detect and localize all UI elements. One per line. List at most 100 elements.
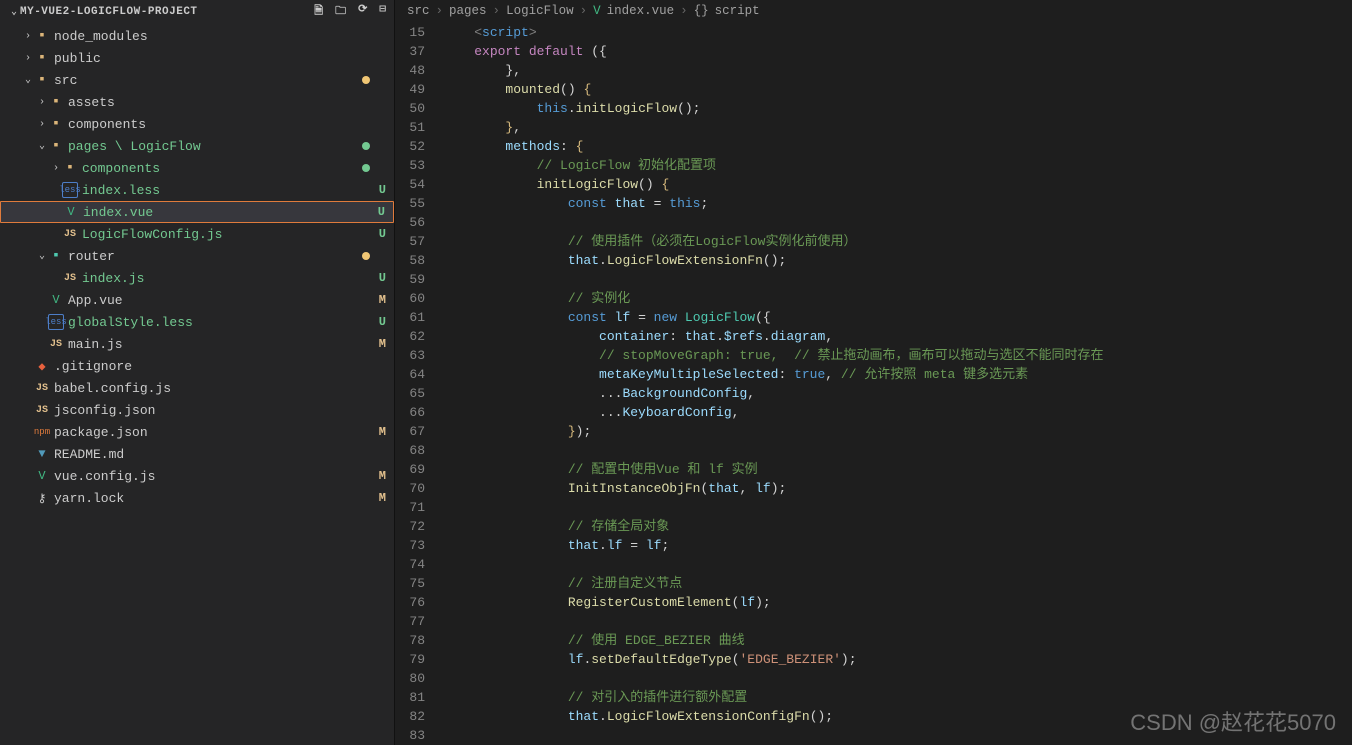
code-line[interactable]: that.lf = lf; [443, 536, 1352, 555]
code-line[interactable] [443, 213, 1352, 232]
code-line[interactable]: ...KeyboardConfig, [443, 403, 1352, 422]
⚷-icon: ⚷ [34, 490, 50, 506]
tree-item[interactable]: lessglobalStyle.lessU [0, 311, 394, 333]
line-number: 37 [395, 42, 425, 61]
line-number: 53 [395, 156, 425, 175]
code-editor[interactable]: 1537484950515253545556575859606162636465… [395, 23, 1352, 745]
code-line[interactable]: const that = this; [443, 194, 1352, 213]
tree-item[interactable]: VApp.vueM [0, 289, 394, 311]
code-line[interactable]: lf.setDefaultEdgeType('EDGE_BEZIER'); [443, 650, 1352, 669]
breadcrumb-segment[interactable]: index.vue [607, 4, 675, 18]
code-line[interactable]: // 实例化 [443, 289, 1352, 308]
code-line[interactable] [443, 498, 1352, 517]
new-folder-icon[interactable]: 🗀 [335, 2, 346, 21]
chevron-right-icon: › [680, 4, 688, 18]
tree-item[interactable]: ⌄▪src [0, 69, 394, 91]
◆-icon: ◆ [34, 358, 50, 374]
line-number: 55 [395, 194, 425, 213]
breadcrumb[interactable]: src›pages›LogicFlow›Vindex.vue›{}script [395, 0, 1352, 23]
code-lines[interactable]: <script> export default ({ }, mounted() … [443, 23, 1352, 745]
code-line[interactable]: // 存储全局对象 [443, 517, 1352, 536]
tree-item[interactable]: Vvue.config.jsM [0, 465, 394, 487]
code-line[interactable]: // LogicFlow 初始化配置项 [443, 156, 1352, 175]
tree-item[interactable]: Vindex.vueU [0, 201, 394, 223]
chevron-right-icon[interactable]: › [50, 163, 62, 174]
code-line[interactable]: // 使用 EDGE_BEZIER 曲线 [443, 631, 1352, 650]
line-number: 65 [395, 384, 425, 403]
code-line[interactable]: }, [443, 61, 1352, 80]
folder-icon: ▪ [34, 50, 50, 66]
code-line[interactable] [443, 270, 1352, 289]
tree-item[interactable]: ⌄▪router [0, 245, 394, 267]
line-number: 78 [395, 631, 425, 650]
chevron-down-icon[interactable]: ⌄ [36, 250, 48, 262]
tree-item[interactable]: JSjsconfig.json [0, 399, 394, 421]
tree-item[interactable]: ›▪components [0, 157, 394, 179]
code-line[interactable] [443, 612, 1352, 631]
chevron-right-icon: › [580, 4, 588, 18]
tree-item[interactable]: ▼README.md [0, 443, 394, 465]
git-status-badge: M [379, 491, 386, 505]
code-line[interactable]: methods: { [443, 137, 1352, 156]
code-line[interactable]: ...BackgroundConfig, [443, 384, 1352, 403]
chevron-right-icon[interactable]: › [36, 97, 48, 108]
tree-item-label: src [54, 73, 394, 88]
tree-item[interactable]: JSindex.jsU [0, 267, 394, 289]
tree-item[interactable]: npmpackage.jsonM [0, 421, 394, 443]
tree-item[interactable]: ›▪assets [0, 91, 394, 113]
code-line[interactable]: this.initLogicFlow(); [443, 99, 1352, 118]
code-line[interactable]: mounted() { [443, 80, 1352, 99]
breadcrumb-icon: {} [694, 4, 709, 18]
line-number: 71 [395, 498, 425, 517]
git-status-badge: M [379, 337, 386, 351]
code-line[interactable]: // 对引入的插件进行额外配置 [443, 688, 1352, 707]
code-line[interactable]: <script> [443, 23, 1352, 42]
tree-item[interactable]: lessindex.lessU [0, 179, 394, 201]
code-line[interactable]: export default ({ [443, 42, 1352, 61]
code-line[interactable]: initLogicFlow() { [443, 175, 1352, 194]
code-line[interactable]: // 注册自定义节点 [443, 574, 1352, 593]
tree-item[interactable]: ›▪public [0, 47, 394, 69]
refresh-icon[interactable]: ⟳ [358, 2, 367, 21]
code-line[interactable]: RegisterCustomElement(lf); [443, 593, 1352, 612]
tree-item-label: .gitignore [54, 359, 394, 374]
code-line[interactable] [443, 441, 1352, 460]
breadcrumb-segment[interactable]: LogicFlow [506, 4, 574, 18]
breadcrumb-segment[interactable]: pages [449, 4, 487, 18]
code-line[interactable]: }); [443, 422, 1352, 441]
tree-item[interactable]: ⌄▪pages \ LogicFlow [0, 135, 394, 157]
code-line[interactable] [443, 555, 1352, 574]
chevron-down-icon[interactable]: ⌄ [8, 6, 20, 18]
tree-item[interactable]: ⚷yarn.lockM [0, 487, 394, 509]
code-line[interactable]: that.LogicFlowExtensionFn(); [443, 251, 1352, 270]
chevron-down-icon[interactable]: ⌄ [22, 74, 34, 86]
code-line[interactable]: }, [443, 118, 1352, 137]
breadcrumb-segment[interactable]: src [407, 4, 430, 18]
code-line[interactable]: metaKeyMultipleSelected: true, // 允许按照 m… [443, 365, 1352, 384]
chevron-right-icon[interactable]: › [22, 31, 34, 42]
code-line[interactable]: that.LogicFlowExtensionConfigFn(); [443, 707, 1352, 726]
code-line[interactable] [443, 669, 1352, 688]
code-line[interactable]: InitInstanceObjFn(that, lf); [443, 479, 1352, 498]
chevron-down-icon[interactable]: ⌄ [36, 140, 48, 152]
tree-item[interactable]: JSbabel.config.js [0, 377, 394, 399]
tree-item[interactable]: ›▪node_modules [0, 25, 394, 47]
collapse-icon[interactable]: ⊟ [379, 2, 386, 21]
chevron-right-icon[interactable]: › [22, 53, 34, 64]
modified-dot-icon [362, 252, 370, 260]
new-file-icon[interactable]: 🗎 [314, 2, 323, 21]
code-line[interactable]: // 配置中使用Vue 和 lf 实例 [443, 460, 1352, 479]
code-line[interactable]: // 使用插件（必须在LogicFlow实例化前使用） [443, 232, 1352, 251]
code-line[interactable] [443, 726, 1352, 745]
folder-icon: ▪ [48, 138, 64, 154]
tree-item[interactable]: ›▪components [0, 113, 394, 135]
breadcrumb-segment[interactable]: script [715, 4, 760, 18]
code-line[interactable]: container: that.$refs.diagram, [443, 327, 1352, 346]
code-line[interactable]: const lf = new LogicFlow({ [443, 308, 1352, 327]
chevron-right-icon[interactable]: › [36, 119, 48, 130]
code-line[interactable]: // stopMoveGraph: true, // 禁止拖动画布，画布可以拖动… [443, 346, 1352, 365]
tree-item[interactable]: ◆ .gitignore [0, 355, 394, 377]
modified-dot-icon [362, 164, 370, 172]
tree-item[interactable]: JSLogicFlowConfig.jsU [0, 223, 394, 245]
tree-item[interactable]: JSmain.jsM [0, 333, 394, 355]
